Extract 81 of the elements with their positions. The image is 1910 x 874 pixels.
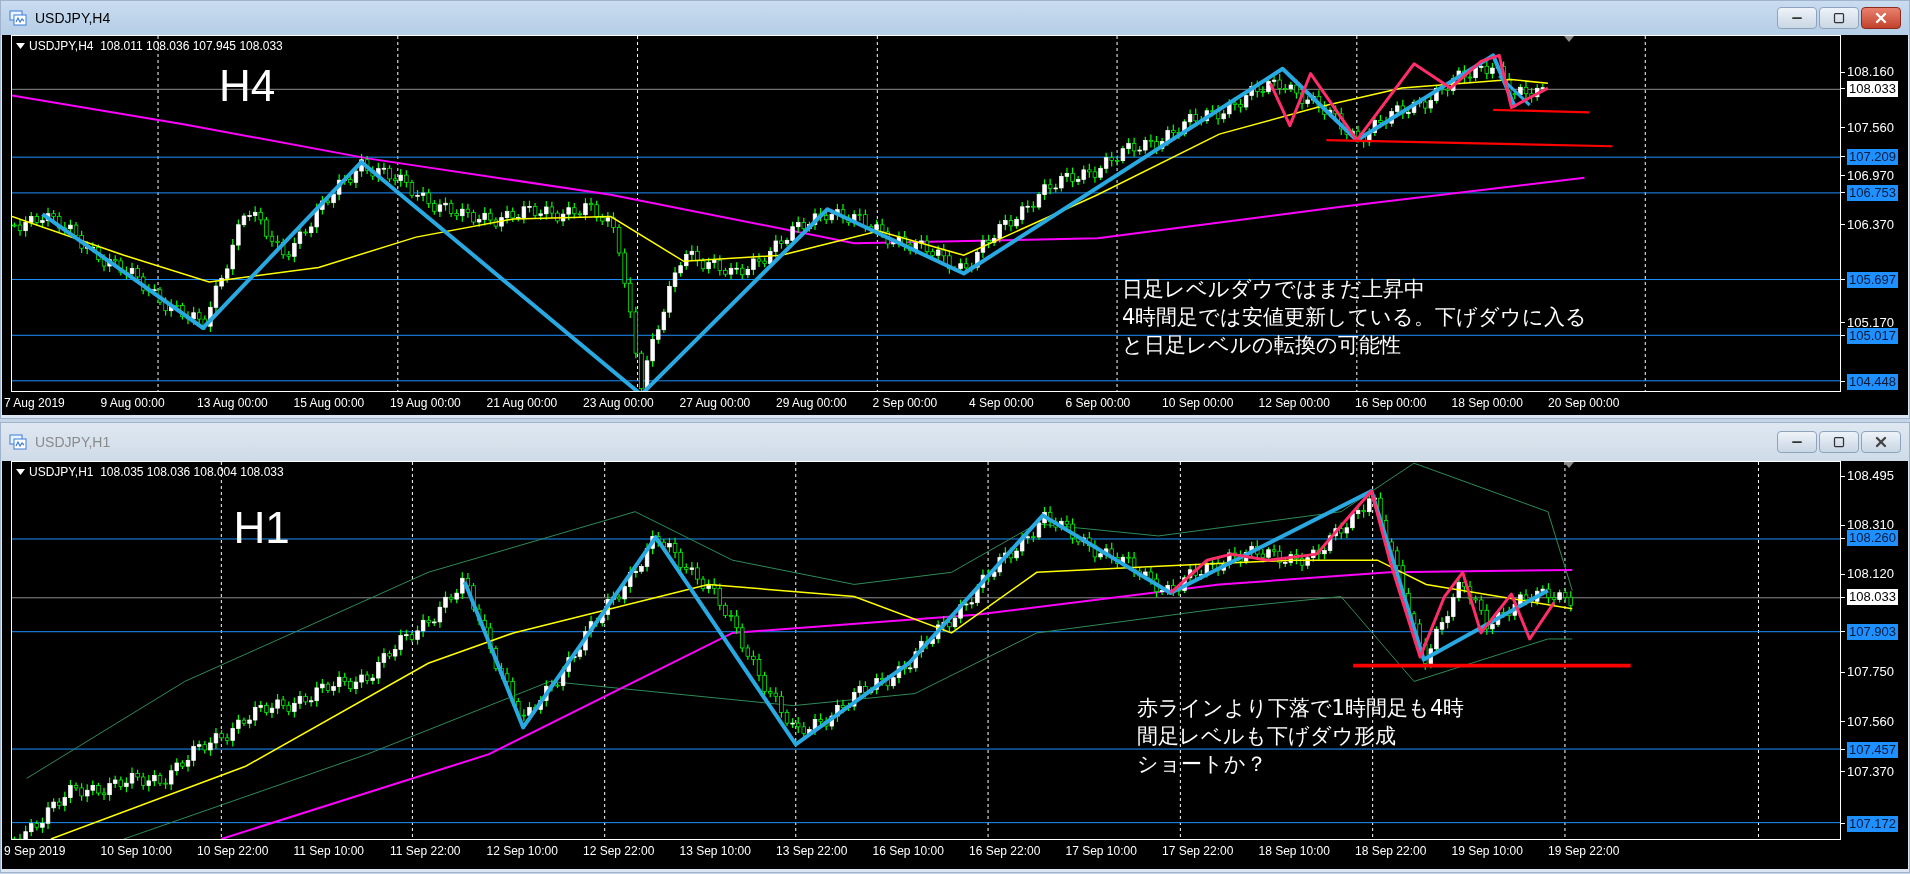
- dropdown-triangle-icon[interactable]: [16, 43, 25, 49]
- chart-note: 日足レベルダウではまだ上昇中: [1121, 275, 1426, 303]
- maximize-button[interactable]: [1819, 431, 1859, 453]
- time-label: 19 Sep 10:00: [1451, 844, 1523, 858]
- time-label: 21 Aug 00:00: [486, 396, 558, 410]
- time-label: 16 Sep 10:00: [872, 844, 944, 858]
- time-label: 9 Aug 00:00: [100, 396, 165, 410]
- maximize-icon: [1833, 436, 1845, 448]
- time-label: 15 Aug 00:00: [293, 396, 365, 410]
- price-label: 108.033: [1841, 80, 1898, 97]
- chart-note: 間足レベルも下げダウ形成: [1136, 722, 1397, 750]
- chart-window-icon: [9, 434, 27, 450]
- chart-note: 赤ラインより下落で1時間足も4時: [1136, 694, 1465, 722]
- price-label: 108.120: [1841, 566, 1894, 583]
- time-label: 17 Sep 10:00: [1065, 844, 1137, 858]
- time-label: 9 Sep 2019: [4, 844, 66, 858]
- time-label: 18 Sep 22:00: [1355, 844, 1427, 858]
- time-label: 10 Sep 10:00: [100, 844, 172, 858]
- timeframe-label: H4: [218, 63, 276, 108]
- price-label: 107.209: [1841, 148, 1898, 165]
- time-label: 12 Sep 10:00: [486, 844, 558, 858]
- time-label: 18 Sep 00:00: [1451, 396, 1523, 410]
- maximize-button[interactable]: [1819, 7, 1859, 29]
- time-label: 12 Sep 00:00: [1258, 396, 1330, 410]
- time-label: 4 Sep 00:00: [969, 396, 1034, 410]
- close-button[interactable]: [1861, 7, 1901, 29]
- time-label: 10 Sep 00:00: [1162, 396, 1234, 410]
- trend-line: [1498, 74, 1531, 107]
- price-label: 105.017: [1841, 327, 1898, 344]
- chart-note: と日足レベルの転換の可能性: [1121, 331, 1402, 359]
- time-label: 11 Sep 22:00: [390, 844, 461, 858]
- chart-note: 4時間足では安値更新している。下げダウに入る: [1121, 303, 1588, 331]
- time-label: 27 Aug 00:00: [679, 396, 751, 410]
- time-label: 19 Aug 00:00: [390, 396, 461, 410]
- window-title: USDJPY,H4: [35, 8, 111, 28]
- close-icon: [1873, 10, 1889, 26]
- close-button[interactable]: [1861, 431, 1901, 453]
- time-label: 6 Sep 00:00: [1065, 396, 1131, 410]
- price-label: 107.560: [1841, 713, 1894, 730]
- price-label: 106.370: [1841, 216, 1894, 233]
- timeframe-label: H1: [233, 505, 290, 550]
- time-label: 17 Sep 22:00: [1162, 844, 1234, 858]
- price-label: 107.903: [1841, 623, 1898, 640]
- chart-header: USDJPY,H4 108.011 108.036 107.945 108.033: [29, 38, 283, 55]
- time-label: 16 Sep 00:00: [1355, 396, 1427, 410]
- minimize-button[interactable]: [1777, 431, 1817, 453]
- time-label: 13 Sep 22:00: [776, 844, 848, 858]
- time-label: 10 Sep 22:00: [197, 844, 269, 858]
- window-title: USDJPY,H1: [35, 432, 111, 452]
- price-label: 108.260: [1841, 530, 1898, 547]
- price-label: 104.448: [1841, 373, 1898, 390]
- price-label: 106.753: [1841, 184, 1898, 201]
- time-label: 29 Aug 00:00: [776, 396, 847, 410]
- time-label: 13 Sep 10:00: [679, 844, 751, 858]
- dropdown-triangle-icon[interactable]: [16, 469, 25, 475]
- price-label: 106.970: [1841, 167, 1894, 184]
- time-label: 13 Aug 00:00: [197, 396, 268, 410]
- time-label: 7 Aug 2019: [4, 396, 65, 410]
- time-label: 18 Sep 10:00: [1258, 844, 1330, 858]
- price-label: 107.560: [1841, 119, 1894, 136]
- price-label: 107.172: [1841, 815, 1898, 832]
- time-label: 23 Aug 00:00: [583, 396, 654, 410]
- time-label: 19 Sep 22:00: [1548, 844, 1620, 858]
- minimize-button[interactable]: [1777, 7, 1817, 29]
- time-label: 2 Sep 00:00: [872, 396, 938, 410]
- price-label: 108.495: [1841, 468, 1894, 485]
- time-label: 20 Sep 00:00: [1548, 396, 1620, 410]
- price-label: 107.750: [1841, 664, 1894, 681]
- chart-header: USDJPY,H1 108.035 108.036 108.004 108.033: [29, 464, 284, 481]
- chart-note: ショートか？: [1136, 750, 1268, 778]
- price-label: 108.160: [1841, 64, 1894, 81]
- chart-window-icon: [9, 10, 27, 26]
- close-icon: [1873, 434, 1889, 450]
- time-label: 16 Sep 22:00: [969, 844, 1041, 858]
- maximize-icon: [1833, 12, 1845, 24]
- price-label: 107.457: [1841, 741, 1898, 758]
- price-label: 108.033: [1841, 589, 1898, 606]
- price-label: 107.370: [1841, 763, 1894, 780]
- time-label: 11 Sep 10:00: [293, 844, 364, 858]
- time-label: 12 Sep 22:00: [583, 844, 655, 858]
- price-label: 105.697: [1841, 271, 1898, 288]
